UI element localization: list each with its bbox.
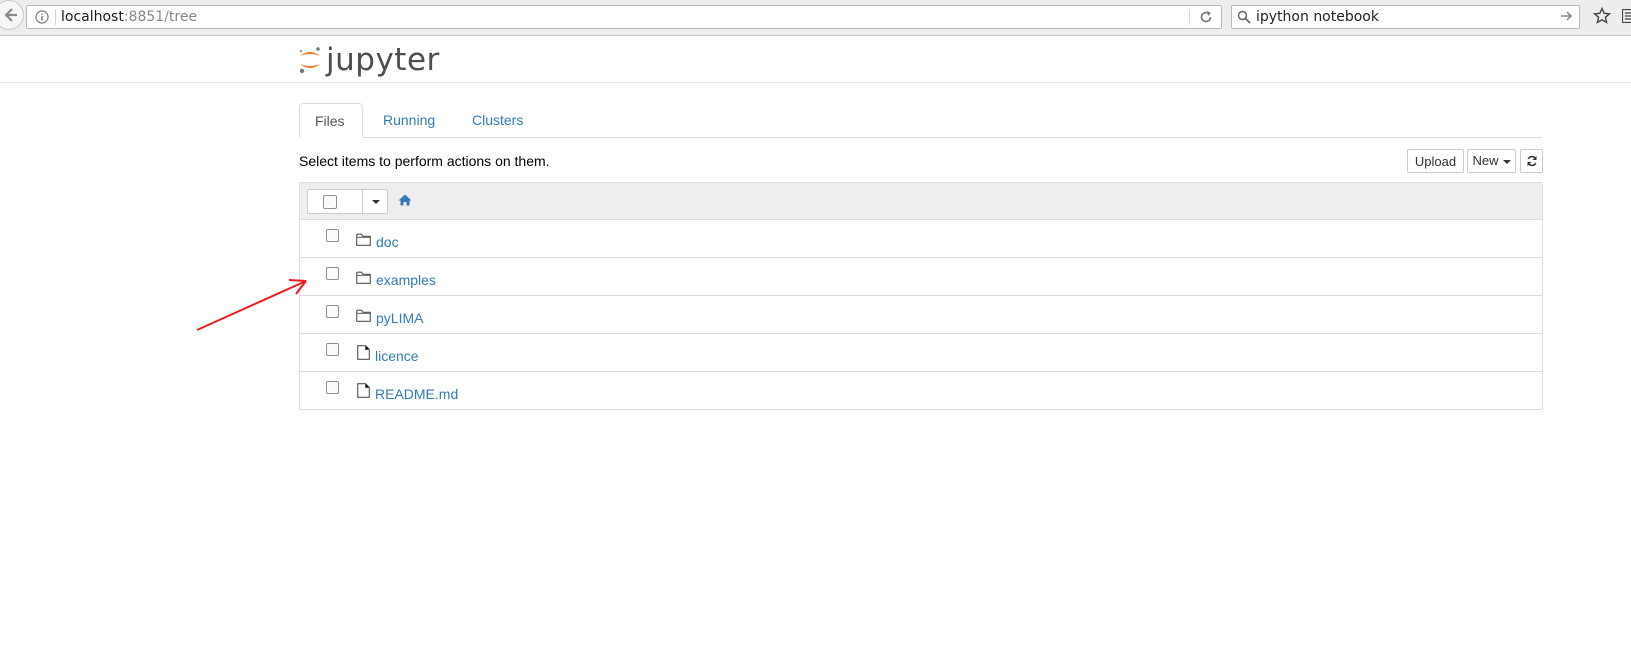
folder-icon (356, 271, 371, 287)
bookmarks-menu-icon[interactable] (1622, 9, 1631, 23)
select-dropdown-button[interactable] (362, 189, 388, 214)
jupyter-logo-text: jupyter (326, 41, 440, 78)
upload-button[interactable]: Upload (1407, 149, 1464, 173)
item-link[interactable]: doc (376, 234, 399, 250)
search-query[interactable]: ipython notebook (1256, 9, 1379, 25)
item-checkbox[interactable] (326, 229, 339, 242)
search-go-icon[interactable] (1561, 10, 1573, 22)
browser-toolbar: localhost:8851/tree ipython notebook (0, 0, 1631, 36)
back-arrow-icon (5, 8, 17, 22)
item-link[interactable]: examples (376, 272, 436, 288)
url-host: localhost (61, 9, 124, 25)
item-checkbox[interactable] (326, 305, 339, 318)
bookmark-star-icon[interactable] (1593, 7, 1611, 25)
file-icon (357, 383, 370, 401)
tab-clusters[interactable]: Clusters (457, 103, 538, 137)
list-item[interactable]: examples (300, 258, 1542, 296)
new-button[interactable]: New (1467, 149, 1516, 173)
item-link[interactable]: pyLIMA (376, 310, 423, 326)
search-icon (1237, 10, 1251, 24)
file-list: doc examples pyLIMA licence README.md (299, 182, 1543, 410)
search-bar[interactable]: ipython notebook (1231, 5, 1580, 29)
chevron-down-icon (1502, 159, 1511, 164)
reload-icon[interactable] (1199, 10, 1213, 24)
chevron-down-icon (372, 200, 380, 204)
select-all-checkbox[interactable] (323, 195, 337, 209)
file-icon (357, 345, 370, 363)
item-checkbox[interactable] (326, 381, 339, 394)
url-text[interactable]: localhost:8851/tree (61, 9, 197, 25)
item-checkbox[interactable] (326, 343, 339, 356)
folder-icon (356, 309, 371, 325)
instructions-text: Select items to perform actions on them. (299, 153, 550, 169)
jupyter-logo-icon (299, 47, 320, 74)
refresh-icon (1527, 155, 1537, 167)
list-item[interactable]: doc (300, 220, 1542, 258)
file-list-header (300, 183, 1542, 220)
tab-files[interactable]: Files (299, 103, 363, 138)
item-link[interactable]: README.md (375, 386, 458, 402)
back-button[interactable] (0, 0, 24, 30)
refresh-button[interactable] (1520, 149, 1543, 173)
list-item[interactable]: licence (300, 334, 1542, 372)
item-link[interactable]: licence (375, 348, 419, 364)
address-bar[interactable]: localhost:8851/tree (26, 5, 1222, 29)
tab-bar: Files Running Clusters (299, 103, 1542, 138)
url-path: :8851/tree (123, 9, 198, 25)
tab-running[interactable]: Running (368, 103, 450, 137)
jupyter-logo[interactable]: jupyter (298, 40, 440, 80)
url-divider (1189, 9, 1190, 25)
folder-icon (356, 233, 371, 249)
item-checkbox[interactable] (326, 267, 339, 280)
new-button-label: New (1472, 153, 1499, 168)
jupyter-header: jupyter (0, 36, 1631, 83)
select-all-button[interactable] (307, 189, 363, 214)
url-separator (55, 9, 56, 25)
list-item[interactable]: pyLIMA (300, 296, 1542, 334)
info-icon[interactable] (35, 10, 49, 24)
list-item[interactable]: README.md (300, 372, 1542, 410)
home-icon[interactable] (398, 194, 412, 206)
